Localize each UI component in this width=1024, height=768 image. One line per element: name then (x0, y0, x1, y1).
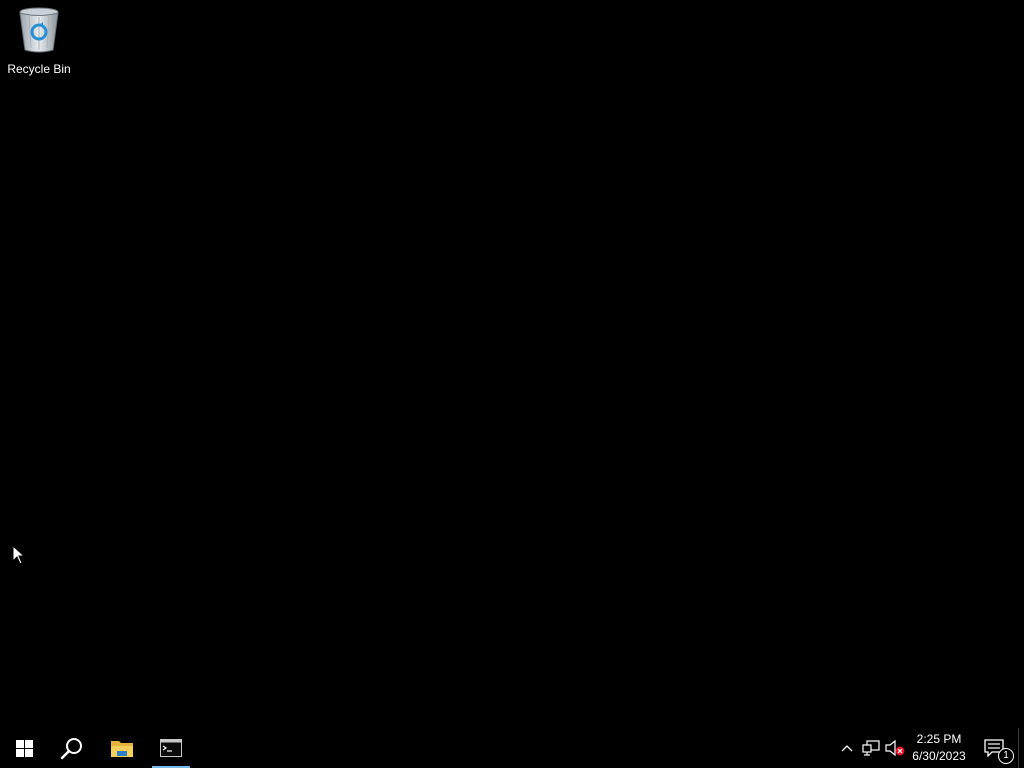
show-hidden-icons-button[interactable] (836, 728, 858, 768)
action-center-button[interactable]: 1 (976, 728, 1016, 768)
windows-start-icon (15, 739, 33, 757)
command-prompt-taskbar-button[interactable] (150, 728, 192, 768)
search-icon (60, 738, 82, 760)
desktop[interactable]: Recycle Bin (0, 0, 1024, 728)
notification-count-badge: 1 (998, 748, 1014, 764)
network-icon (862, 740, 880, 756)
recycle-bin-icon (19, 7, 59, 53)
volume-muted-icon (885, 740, 905, 756)
network-tray-button[interactable] (860, 728, 882, 768)
recycle-bin-label: Recycle Bin (7, 62, 71, 76)
file-explorer-icon (111, 741, 133, 757)
file-explorer-button[interactable] (98, 728, 146, 768)
mouse-pointer-icon (12, 545, 26, 565)
start-button[interactable] (0, 728, 48, 768)
recycle-bin-shortcut[interactable]: Recycle Bin (4, 4, 74, 76)
taskbar-clock[interactable]: 2:25 PM 6/30/2023 (906, 728, 972, 768)
clock-time: 2:25 PM (916, 732, 962, 746)
search-button[interactable] (48, 728, 96, 768)
command-prompt-icon (160, 739, 182, 757)
clock-date: 6/30/2023 (912, 749, 966, 763)
taskbar: 2:25 PM 6/30/2023 1 (0, 728, 1024, 768)
chevron-up-icon (841, 745, 853, 752)
show-desktop-button[interactable] (1018, 728, 1024, 768)
volume-tray-button[interactable] (884, 728, 906, 768)
